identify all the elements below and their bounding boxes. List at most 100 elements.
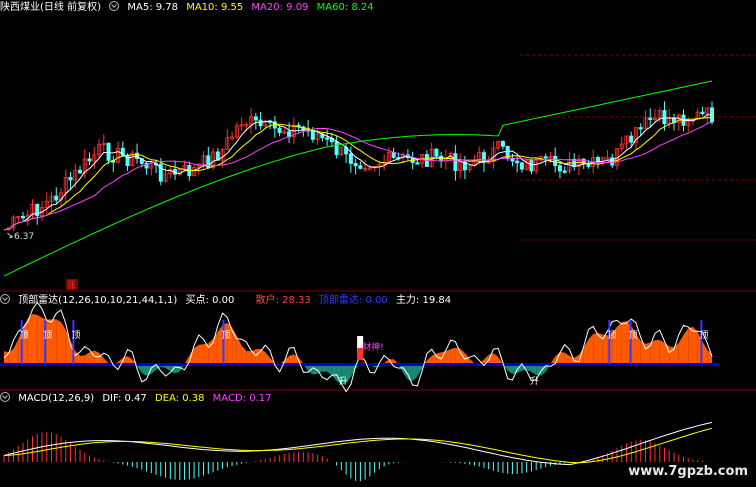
chart-canvas[interactable]: ↘ 6.37 涨顶 顶 顶 顶 顶 顶 顶升 升 财神!	[0, 0, 756, 487]
ma60-label: MA60:	[316, 2, 349, 13]
candle-body	[78, 169, 83, 174]
collapse-circle-icon[interactable]	[0, 294, 10, 304]
retail-area	[564, 352, 570, 364]
macd-label: MACD:	[212, 393, 247, 404]
candle-body	[557, 165, 562, 172]
retail-value: 28.33	[282, 295, 311, 306]
dif-value: 0.47	[124, 393, 147, 404]
buy-label: 买点:	[185, 295, 209, 306]
radar-label: 顶部雷达:	[318, 295, 363, 306]
peak-label: 顶	[629, 330, 638, 341]
buy-value: 0.00	[212, 295, 235, 306]
retail-area	[84, 352, 90, 364]
candle-body	[87, 158, 92, 162]
peak-label: 顶	[71, 330, 80, 341]
collapse-circle-icon[interactable]	[109, 1, 120, 11]
collapse-circle-icon[interactable]	[0, 392, 10, 402]
candle-body	[515, 160, 520, 164]
peak-label: 顶	[699, 330, 708, 341]
main-area	[331, 364, 337, 382]
ma5-line	[3, 114, 713, 231]
candle-body	[519, 162, 524, 170]
candle-body	[434, 148, 439, 157]
retail-area	[236, 336, 242, 364]
peak-label: 顶	[43, 330, 52, 341]
candle-body	[648, 117, 653, 121]
candle-body	[662, 110, 667, 125]
retail-area	[246, 350, 252, 364]
retail-area	[588, 333, 594, 364]
retail-area	[669, 346, 674, 364]
ma10-value: 9.55	[220, 2, 244, 13]
candle-body	[415, 162, 420, 165]
macd-panel-header: MACD(12,26,9) DIF: 0.47 DEA: 0.38 MACD: …	[0, 392, 276, 405]
candle-body	[543, 156, 548, 159]
candle-body	[325, 137, 330, 140]
candle-body	[106, 142, 111, 161]
retail-area	[426, 355, 432, 364]
macd-title[interactable]: MACD(12,26,9)	[18, 393, 94, 404]
candle-body	[277, 127, 282, 133]
candle-body	[638, 127, 643, 130]
candle-body	[348, 153, 353, 164]
retail-area	[707, 349, 712, 364]
candle-body	[586, 163, 591, 167]
candle-body	[700, 111, 705, 115]
retail-area	[616, 321, 622, 364]
retail-area	[51, 319, 57, 364]
retail-area	[683, 328, 689, 364]
retail-area	[550, 356, 556, 364]
candle-body	[562, 170, 567, 173]
candle-body	[54, 195, 59, 201]
retail-area	[37, 314, 43, 364]
candle-body	[334, 141, 339, 156]
retail-area	[80, 355, 85, 364]
special-signal-label: 财神!	[362, 341, 384, 353]
stock-title[interactable]: 陕西煤业(日线 前复权)	[0, 2, 101, 13]
candle-body	[353, 163, 358, 167]
marker-zhang: 涨	[67, 280, 76, 291]
dif-label: DIF:	[102, 393, 122, 404]
candle-body	[510, 158, 515, 162]
peak-label: 顶	[221, 330, 230, 341]
retail-area	[13, 339, 19, 364]
candle-body	[391, 152, 396, 158]
retail-area	[574, 354, 579, 364]
retail-label: 散户:	[255, 295, 279, 306]
main-panel-header: 陕西煤业(日线 前复权) MA5: 9.78 MA10: 9.55 MA20: …	[0, 1, 379, 14]
retail-area	[678, 335, 684, 364]
ma5-value: 9.78	[155, 2, 179, 13]
main-force-value: 19.84	[422, 295, 452, 306]
radar-baseline	[0, 363, 720, 366]
radar-title[interactable]: 顶部雷达(12,26,10,10,21,44,1,1)	[18, 295, 177, 306]
retail-area	[127, 356, 133, 364]
retail-area	[559, 352, 565, 364]
retail-area	[61, 322, 66, 364]
retail-area	[189, 348, 195, 364]
candle-body	[529, 159, 534, 172]
main-force-label: 主力:	[395, 295, 420, 306]
dea-value: 0.38	[182, 393, 205, 404]
retail-area	[289, 354, 294, 364]
ma20-label: MA20:	[251, 2, 283, 13]
ma5-label: MA5:	[127, 2, 153, 13]
low-price-label: 6.37	[14, 232, 34, 242]
radar-value: 0.00	[365, 295, 388, 306]
candle-body	[595, 157, 600, 162]
trough-label: 升	[339, 376, 348, 387]
candle-body	[258, 119, 263, 127]
retail-area	[208, 338, 214, 364]
retail-area	[32, 314, 38, 364]
ma20-line	[3, 121, 713, 231]
ma10-line	[3, 117, 713, 231]
peak-label: 顶	[20, 330, 29, 341]
ma20-value: 9.09	[286, 2, 309, 13]
retail-area	[213, 331, 218, 364]
retail-area	[692, 326, 698, 364]
peak-label: 顶	[607, 330, 616, 341]
retail-area	[265, 352, 271, 364]
retail-area	[621, 321, 627, 364]
watermark: www.7gpzb.com	[628, 464, 748, 479]
candle-body	[481, 152, 486, 163]
candle-body	[358, 165, 363, 169]
